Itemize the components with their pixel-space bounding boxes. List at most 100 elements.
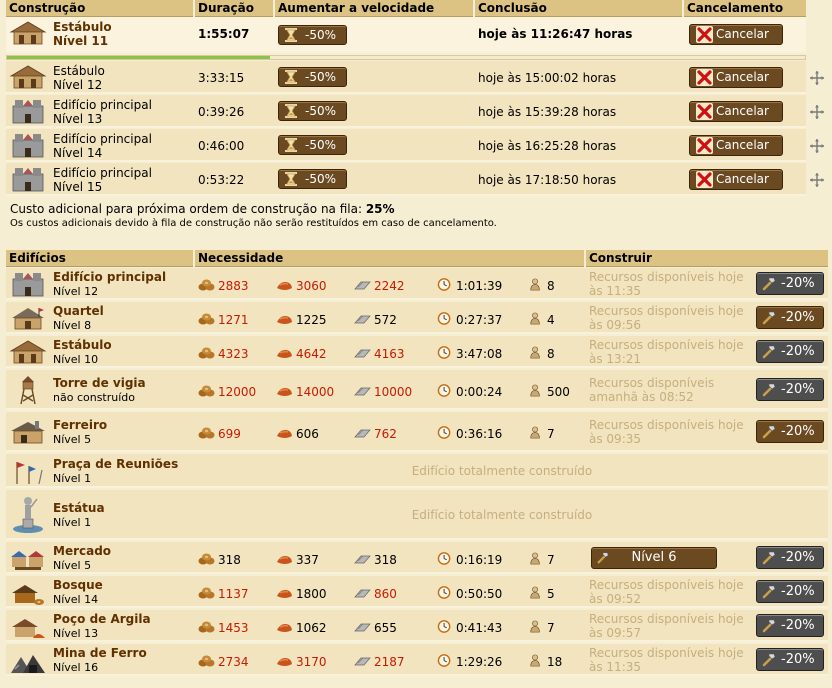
fully-built-text: Edifício totalmente construído [411, 508, 593, 522]
building-level: Nível 8 [53, 319, 92, 332]
queue-building-level: Nível 12 [53, 78, 103, 92]
build-discount-button[interactable]: -20% [756, 420, 824, 443]
cost-iron-value: 572 [374, 313, 397, 327]
build-discount-button[interactable]: -20% [756, 272, 824, 295]
resources-available-time: às 09:56 [589, 318, 642, 332]
extra-cost-text: Custo adicional para próxima ordem de co… [10, 202, 366, 216]
build-discount-button[interactable]: -20% [756, 580, 824, 603]
cost-clay-value: 3060 [296, 279, 327, 293]
building-row: Bosque Nível 14 1137 1800 860 0:50:50 5 Recurso… [6, 576, 828, 608]
build-time: 0:27:37 [436, 312, 526, 327]
population-cost: 7 [527, 426, 587, 441]
building-name-link[interactable]: Estábulo [53, 338, 198, 352]
population-value: 8 [547, 347, 555, 361]
rally-point-icon [9, 456, 47, 486]
population-value: 7 [547, 621, 555, 635]
hammer-icon [761, 310, 777, 326]
drag-handle-icon[interactable] [810, 172, 824, 187]
building-level: Nível 5 [53, 559, 92, 572]
population-value: 7 [547, 553, 555, 567]
wood-icon [198, 385, 215, 398]
building-name-link[interactable]: Edifício principal [53, 270, 198, 284]
building-name-link[interactable]: Praça de Reuniões [53, 457, 198, 471]
queue-building-level: Nível 14 [53, 146, 103, 160]
cost-clay: 3170 [276, 655, 352, 669]
cost-wood-value: 1453 [218, 621, 249, 635]
building-name-link[interactable]: Quartel [53, 304, 198, 318]
build-discount-button[interactable]: -20% [756, 378, 824, 401]
drag-handle-icon[interactable] [810, 70, 824, 85]
building-name-link[interactable]: Mina de Ferro [53, 646, 198, 660]
population-cost: 5 [527, 586, 587, 601]
building-name-link[interactable]: Bosque [53, 578, 198, 592]
building-name-link[interactable]: Torre de vigia [53, 376, 198, 390]
building-name-link[interactable]: Ferreiro [53, 418, 198, 432]
population-value: 8 [547, 279, 555, 293]
cancel-label: Cancelar [716, 104, 769, 118]
building-row: Torre de vigia não construído 12000 14000 10… [6, 370, 828, 410]
build-level-button[interactable]: Nível 6 [591, 547, 717, 569]
build-time-value: 0:16:19 [456, 553, 503, 567]
cancel-button[interactable]: Cancelar [689, 24, 783, 45]
population-cost: 7 [527, 552, 587, 567]
stable-building-icon [9, 337, 47, 367]
speed-up-button[interactable]: -50% [278, 25, 347, 45]
cancel-button[interactable]: Cancelar [689, 135, 783, 156]
speed-up-button[interactable]: -50% [278, 101, 347, 121]
population-value: 4 [547, 313, 555, 327]
hammer-icon [761, 652, 777, 668]
building-name-link[interactable]: Estátua [53, 501, 198, 515]
wood-icon [198, 347, 215, 360]
queue-duration: 0:39:26 [198, 105, 245, 119]
build-discount-button[interactable]: -20% [756, 340, 824, 363]
population-cost: 8 [527, 346, 587, 361]
build-discount-button[interactable]: -20% [756, 648, 824, 671]
queue-completion: hoje às 15:39:28 horas [478, 105, 617, 119]
clock-icon [436, 586, 453, 601]
queue-completion: hoje às 11:26:47 horas [478, 27, 633, 41]
cancel-button[interactable]: Cancelar [689, 101, 783, 122]
queue-row: Edifício principal Nível 15 0:53:22 -50% hoj… [6, 163, 824, 196]
build-discount-button[interactable]: -20% [756, 546, 824, 569]
resources-available-text: Recursos disponíveis hoje [589, 578, 744, 592]
hammer-icon [761, 424, 777, 440]
build-discount-button[interactable]: -20% [756, 306, 824, 329]
hammer-icon [761, 584, 777, 600]
cost-wood-value: 699 [218, 427, 241, 441]
iron-mine-icon [9, 645, 47, 675]
discount-label: -20% [781, 424, 815, 439]
build-discount-button[interactable]: -20% [756, 614, 824, 637]
cancel-label: Cancelar [716, 70, 769, 84]
queue-completion: hoje às 17:18:50 horas [478, 173, 617, 187]
speed-up-button[interactable]: -50% [278, 169, 347, 189]
queue-completion: hoje às 15:00:02 horas [478, 71, 617, 85]
cost-wood-value: 318 [218, 553, 241, 567]
queue-building-level: Nível 13 [53, 112, 103, 126]
cost-iron: 762 [354, 427, 430, 441]
cancel-button[interactable]: Cancelar [689, 169, 783, 190]
fully-built-text: Edifício totalmente construído [411, 464, 593, 478]
extra-cost-value: 25% [365, 202, 395, 216]
speed-up-button[interactable]: -50% [278, 135, 347, 155]
cost-clay: 14000 [276, 385, 352, 399]
population-icon [527, 654, 544, 669]
cancel-button[interactable]: Cancelar [689, 67, 783, 88]
main-building-icon [9, 130, 47, 160]
drag-handle-icon[interactable] [810, 138, 824, 153]
building-name-link[interactable]: Poço de Argila [53, 612, 198, 626]
stable-building-icon [9, 62, 47, 92]
queue-building-level: Nível 11 [53, 34, 109, 48]
queue-building-name: Edifício principal [53, 98, 152, 112]
header-completion: Conclusão [475, 0, 682, 17]
cancel-label: Cancelar [716, 138, 769, 152]
build-time: 0:00:24 [436, 384, 526, 399]
clock-icon [436, 552, 453, 567]
hammer-icon [761, 550, 777, 566]
population-icon [527, 278, 544, 293]
drag-handle-icon[interactable] [810, 104, 824, 119]
population-cost: 4 [527, 312, 587, 327]
building-name-link[interactable]: Mercado [53, 544, 198, 558]
speed-up-button[interactable]: -50% [278, 67, 347, 87]
cost-iron: 860 [354, 587, 430, 601]
queue-building-name: Edifício principal [53, 132, 152, 146]
